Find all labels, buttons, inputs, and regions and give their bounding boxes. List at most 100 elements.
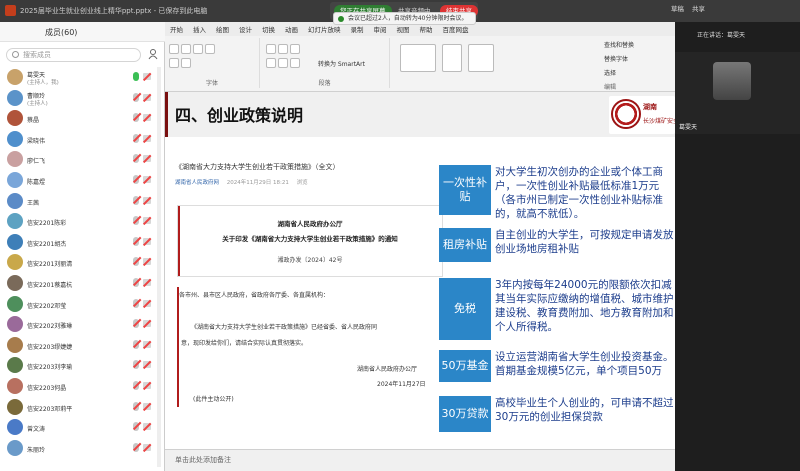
microphone-icon[interactable]: [133, 298, 139, 308]
microphone-icon[interactable]: [133, 72, 139, 81]
participant-name: 朱丽玲: [27, 446, 46, 454]
ribbon-tab[interactable]: 切换: [257, 22, 280, 36]
camera-icon[interactable]: [143, 114, 151, 122]
smartart-convert[interactable]: 转换为 SmartArt: [318, 59, 365, 68]
microphone-icon[interactable]: [133, 257, 139, 267]
underline-icon[interactable]: [193, 44, 203, 54]
numbering-icon[interactable]: [278, 44, 288, 54]
microphone-icon[interactable]: [133, 154, 139, 164]
invite-member-icon[interactable]: [148, 49, 158, 60]
strike-icon[interactable]: [205, 44, 215, 54]
camera-icon[interactable]: [143, 443, 151, 451]
participant-row[interactable]: 信安2203何晶: [0, 376, 165, 396]
highlight-icon[interactable]: [181, 58, 191, 68]
microphone-icon[interactable]: [133, 278, 139, 287]
participant-row[interactable]: 信安2201蔡嘉杭: [0, 273, 165, 293]
participant-row[interactable]: 信安2201刘丽清: [0, 252, 165, 272]
camera-icon[interactable]: [143, 423, 151, 431]
ribbon-tab[interactable]: 开始: [165, 22, 188, 36]
microphone-icon[interactable]: [133, 133, 139, 143]
ribbon-tab[interactable]: 动画: [280, 22, 303, 36]
camera-icon[interactable]: [143, 279, 151, 286]
participant-scrollbar[interactable]: [157, 67, 161, 467]
video-tile[interactable]: 葛雯天: [675, 52, 800, 134]
microphone-icon[interactable]: [133, 216, 139, 226]
align-center-icon[interactable]: [278, 58, 288, 68]
participant-row[interactable]: 葛雯天 (主持人，我): [0, 67, 165, 87]
member-search-input[interactable]: 搜索成员: [6, 48, 141, 62]
camera-icon[interactable]: [143, 73, 151, 80]
find-replace[interactable]: 查找和替换: [604, 40, 634, 49]
camera-icon[interactable]: [143, 237, 151, 245]
participant-name: 信安2203缪婕婕: [27, 343, 73, 351]
draft-label[interactable]: 草稿: [671, 5, 684, 13]
doc-sign-date: 2024年11月27日: [377, 381, 426, 388]
camera-icon[interactable]: [143, 340, 151, 348]
notes-hint[interactable]: 单击此处添加备注: [175, 455, 231, 465]
participant-row[interactable]: 信安2202邓莹: [0, 294, 165, 314]
ribbon-tab[interactable]: 插入: [188, 22, 211, 36]
ribbon-body: 字体 转换为 SmartArt 段落: [165, 36, 675, 92]
italic-icon[interactable]: [181, 44, 191, 54]
participant-row[interactable]: 信安2203邓莉平: [0, 397, 165, 417]
camera-icon[interactable]: [143, 361, 151, 369]
participant-row[interactable]: 陈嘉煜: [0, 170, 165, 190]
microphone-icon[interactable]: [133, 401, 139, 411]
participant-name: 信安2203邓莉平: [27, 405, 73, 413]
camera-icon[interactable]: [143, 382, 151, 389]
camera-icon[interactable]: [143, 258, 151, 266]
logo-text-1: 湖南: [643, 103, 657, 111]
participant-row[interactable]: 朱丽玲: [0, 438, 165, 458]
microphone-icon[interactable]: [133, 236, 139, 246]
indent-icon[interactable]: [290, 44, 300, 54]
share-button[interactable]: 共享: [692, 5, 705, 13]
participant-row[interactable]: 梁晓伟: [0, 129, 165, 149]
camera-icon[interactable]: [143, 155, 151, 163]
microphone-icon[interactable]: [133, 319, 139, 329]
microphone-icon[interactable]: [133, 422, 139, 432]
microphone-icon[interactable]: [133, 339, 139, 349]
participant-row[interactable]: 曾文涛: [0, 417, 165, 437]
microphone-icon[interactable]: [133, 442, 139, 452]
camera-icon[interactable]: [143, 320, 151, 328]
ribbon-tab[interactable]: 绘图: [211, 22, 234, 36]
microphone-icon[interactable]: [133, 381, 139, 390]
quick-styles-icon[interactable]: [468, 44, 494, 72]
participant-row[interactable]: 廖仁飞: [0, 149, 165, 169]
speaking-indicator: 正在讲话：葛雯天: [675, 30, 800, 44]
camera-icon[interactable]: [143, 299, 151, 307]
align-right-icon[interactable]: [290, 58, 300, 68]
microphone-icon[interactable]: [133, 175, 139, 184]
camera-icon[interactable]: [143, 93, 151, 101]
camera-icon[interactable]: [143, 176, 151, 183]
microphone-icon[interactable]: [133, 360, 139, 370]
align-left-icon[interactable]: [266, 58, 276, 68]
microphone-icon[interactable]: [133, 92, 139, 102]
participant-row[interactable]: 信安2203缪婕婕: [0, 335, 165, 355]
shapes-gallery[interactable]: [400, 44, 436, 72]
font-color-icon[interactable]: [169, 58, 179, 68]
participant-row[interactable]: 信安2202刘雅琳: [0, 314, 165, 334]
arrange-icon[interactable]: [442, 44, 462, 72]
microphone-icon[interactable]: [133, 113, 139, 123]
camera-icon[interactable]: [143, 134, 151, 142]
microphone-icon[interactable]: [133, 195, 139, 205]
participant-row[interactable]: 信安2203刘李瑜: [0, 355, 165, 375]
bullets-icon[interactable]: [266, 44, 276, 54]
participant-row[interactable]: 蔡晶: [0, 108, 165, 128]
replace-font[interactable]: 替换字体: [604, 54, 628, 63]
participant-name: 梁晓伟: [27, 137, 46, 145]
notice-box: 湖南省人民政府办公厅 关于印发《湖南省大力支持大学生创业若干政策措施》的通知 湘…: [177, 205, 443, 277]
participant-row[interactable]: 信安2201陈彩: [0, 211, 165, 231]
participant-row[interactable]: 曹顺玲 (主持人): [0, 88, 165, 108]
participant-row[interactable]: 王茜: [0, 191, 165, 211]
ribbon-tab[interactable]: 设计: [234, 22, 257, 36]
select-item[interactable]: 选择: [604, 68, 616, 77]
avatar: [7, 275, 23, 291]
policy-text: 设立运营湖南省大学生创业投资基金。首期基金规模5亿元，单个项目50万: [495, 351, 674, 377]
camera-icon[interactable]: [143, 402, 151, 410]
camera-icon[interactable]: [143, 217, 151, 225]
participant-row[interactable]: 信安2201胡杰: [0, 232, 165, 252]
bold-icon[interactable]: [169, 44, 179, 54]
camera-icon[interactable]: [143, 196, 151, 204]
